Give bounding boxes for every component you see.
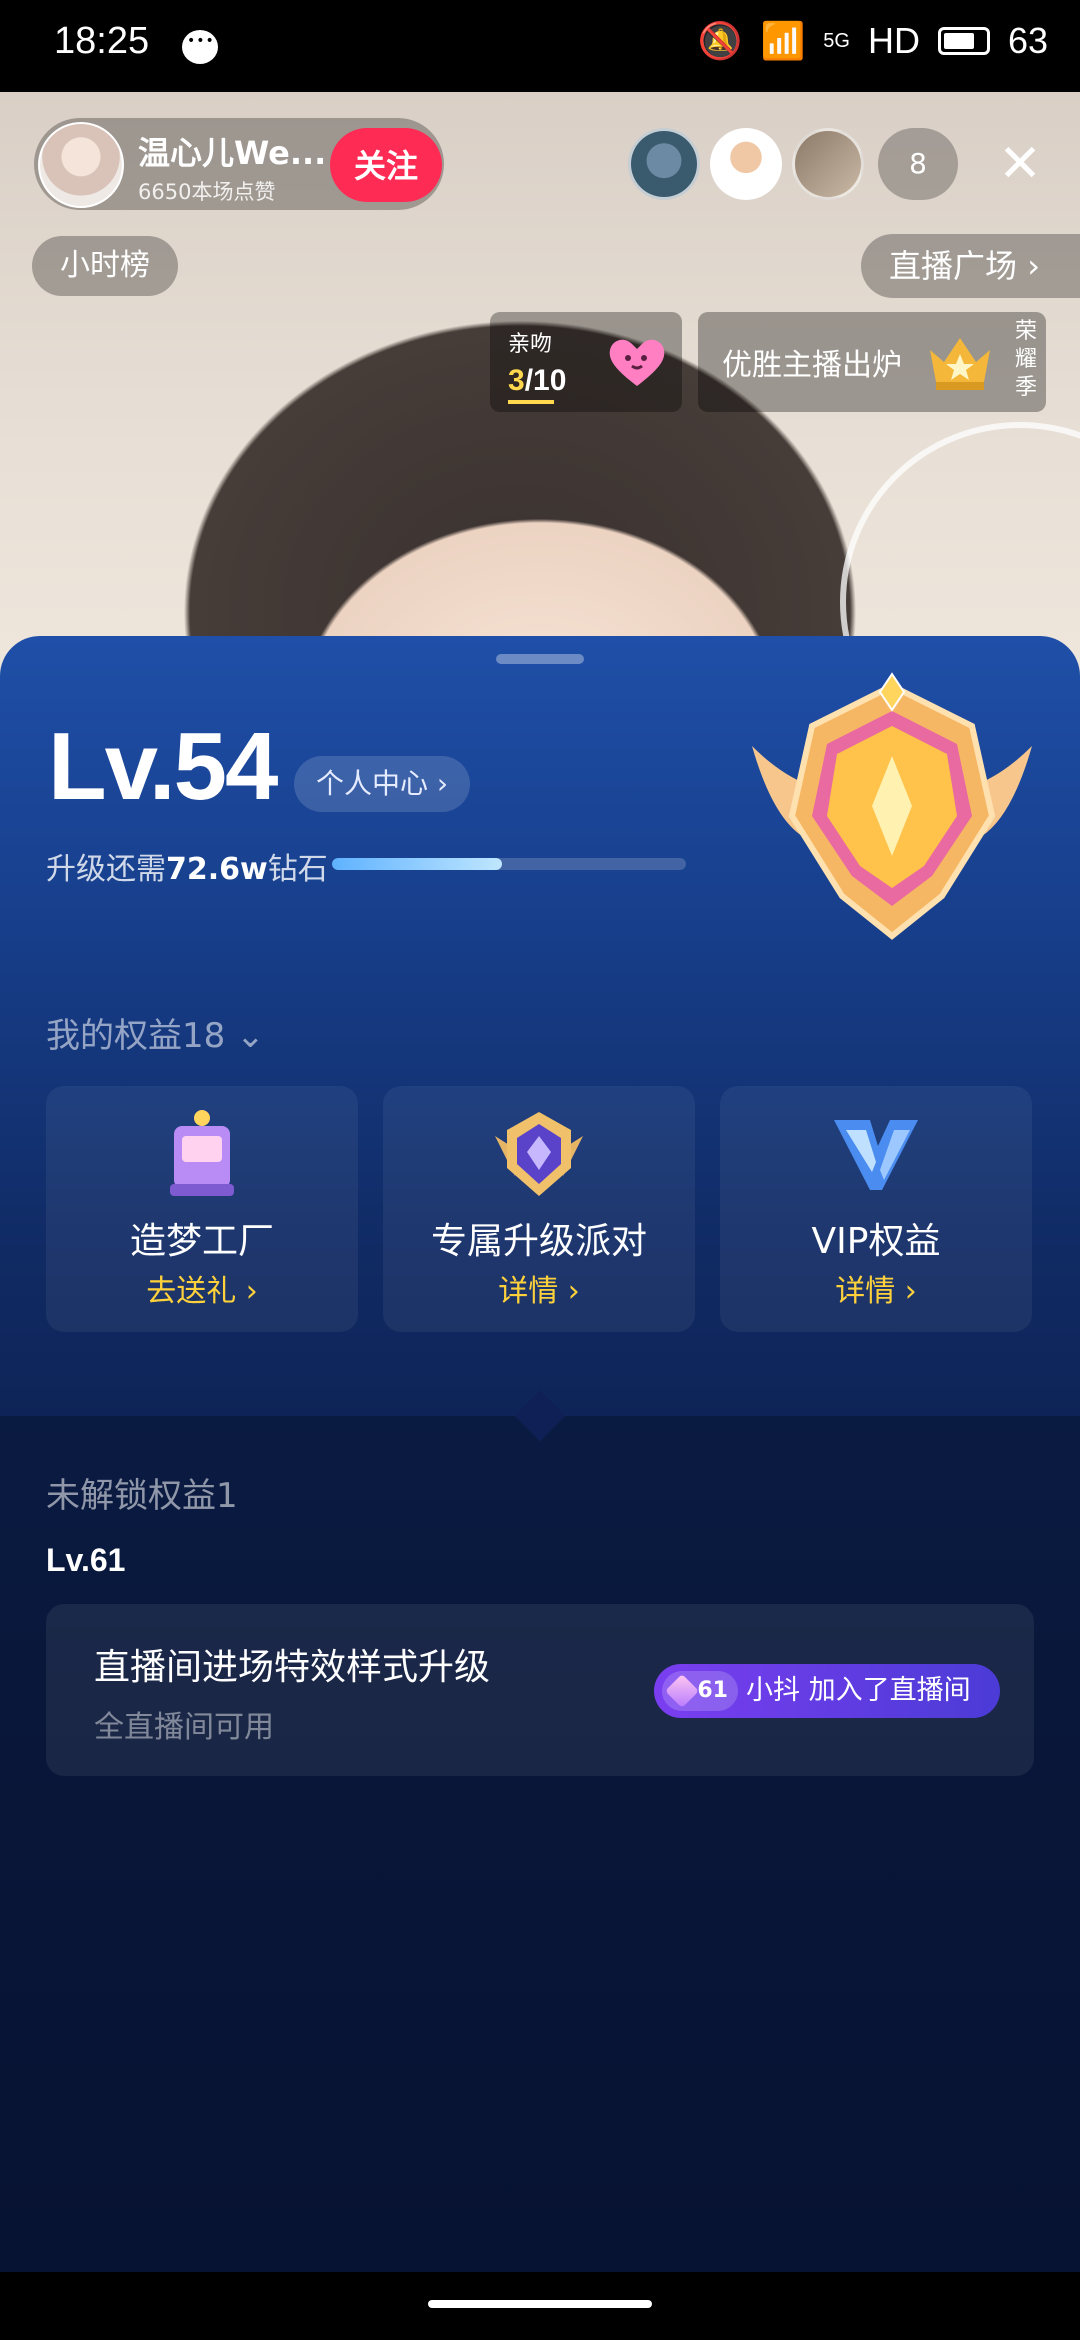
personal-center-label: 个人中心	[316, 767, 429, 800]
my-rights-title: 我的权益18	[46, 1016, 226, 1056]
kiss-task-card[interactable]: 亲吻 3/10	[490, 312, 682, 412]
network-label: 5G	[823, 29, 850, 52]
entry-badge-level: 61	[697, 1678, 728, 1703]
kiss-current: 3	[508, 364, 525, 397]
level-progress-bar	[332, 858, 686, 870]
crown-icon	[930, 338, 990, 390]
locked-level-label: Lv.61	[46, 1542, 126, 1578]
right-card-name: VIP权益	[811, 1221, 941, 1262]
mute-icon: 🔕	[697, 20, 743, 61]
status-time: 18:25	[54, 20, 150, 62]
kiss-progress: 3/10	[508, 364, 566, 398]
right-card-link[interactable]: 去送礼 ›	[46, 1266, 358, 1310]
battery-icon	[937, 27, 990, 55]
upgrade-requirement: 升级还需72.6w钻石	[46, 844, 328, 888]
level-sheet: Lv.54 个人中心 › 升级还需72.6w钻石 我的权益18 ⌄ 造梦工厂 去…	[0, 636, 1080, 2272]
right-card-name: 专属升级派对	[430, 1221, 647, 1262]
right-card-vip[interactable]: VIP权益 详情 ›	[720, 1086, 1032, 1332]
honor-season-card[interactable]: 优胜主播出炉 荣耀季	[698, 312, 1046, 412]
locked-right-sub: 全直播间可用	[94, 1710, 274, 1745]
upgrade-party-icon	[495, 1112, 583, 1196]
sheet-grabber[interactable]	[496, 654, 584, 664]
right-card-link[interactable]: 详情 ›	[383, 1266, 695, 1310]
locked-right-card[interactable]: 直播间进场特效样式升级 全直播间可用 61 小抖 加入了直播间	[46, 1604, 1034, 1776]
viewer-avatar[interactable]	[792, 128, 864, 200]
right-card-link-label: 去送礼	[146, 1274, 237, 1309]
live-square-button[interactable]: 直播广场 ›	[861, 234, 1080, 298]
kiss-underline	[508, 400, 554, 404]
status-icons: 🔕 📶 5G HD 63	[698, 20, 1048, 62]
status-bar: 18:25 🔕 📶 5G HD 63	[0, 0, 1080, 92]
home-indicator[interactable]	[428, 2300, 652, 2308]
kiss-label: 亲吻	[508, 332, 553, 357]
wifi-icon: 📶	[760, 20, 806, 61]
chevron-right-icon: ›	[245, 1274, 258, 1309]
chevron-right-icon: ›	[436, 767, 449, 800]
dream-factory-icon	[170, 1110, 234, 1196]
locked-section	[0, 1416, 1080, 2272]
entry-level-badge: 61	[662, 1671, 738, 1711]
chevron-right-icon: ›	[567, 1274, 580, 1309]
host-name[interactable]: 温心儿We...	[138, 128, 326, 174]
hour-rank-button[interactable]: 小时榜	[32, 236, 178, 296]
close-icon[interactable]: ✕	[994, 134, 1046, 194]
right-card-name: 造梦工厂	[129, 1221, 274, 1262]
chevron-down-icon: ⌄	[236, 1016, 265, 1056]
level-progress-fill	[332, 858, 502, 870]
kiss-total: /10	[524, 364, 567, 397]
locked-rights-title: 未解锁权益1	[46, 1476, 238, 1516]
upgrade-suffix: 钻石	[267, 852, 328, 887]
chevron-right-icon: ›	[904, 1274, 917, 1309]
right-card-link[interactable]: 详情 ›	[720, 1266, 1032, 1310]
locked-right-name: 直播间进场特效样式升级	[94, 1647, 491, 1688]
honor-text: 优胜主播出炉	[722, 348, 902, 383]
right-card-link-label: 详情	[498, 1274, 559, 1309]
right-card-dream-factory[interactable]: 造梦工厂 去送礼 ›	[46, 1086, 358, 1332]
viewer-avatar[interactable]	[628, 128, 700, 200]
upgrade-prefix: 升级还需	[46, 852, 166, 887]
message-icon	[182, 30, 218, 64]
host-avatar[interactable]	[38, 122, 124, 208]
battery-level: 63	[1007, 20, 1048, 61]
viewer-avatar[interactable]	[710, 128, 782, 200]
follow-button[interactable]: 关注	[330, 128, 442, 202]
honor-tag: 荣耀季	[1014, 319, 1037, 400]
chevron-right-icon: ›	[1027, 247, 1040, 285]
live-square-label: 直播广场	[889, 247, 1018, 285]
entry-preview-text: 小抖 加入了直播间	[746, 1675, 971, 1706]
upgrade-amount: 72.6w	[166, 852, 268, 887]
right-card-link-label: 详情	[835, 1274, 896, 1309]
hd-label: HD	[867, 20, 920, 61]
my-rights-toggle[interactable]: 我的权益18 ⌄	[46, 1008, 265, 1057]
right-card-upgrade-party[interactable]: 专属升级派对 详情 ›	[383, 1086, 695, 1332]
entry-effect-preview: 61 小抖 加入了直播间	[654, 1664, 1000, 1718]
gem-icon	[665, 1674, 699, 1708]
level-badge-icon	[752, 672, 1032, 940]
level-title: Lv.54	[48, 713, 278, 820]
host-likes: 6650本场点赞	[138, 180, 276, 204]
vip-v-icon	[834, 1120, 918, 1190]
viewer-count[interactable]: 8	[878, 128, 958, 200]
personal-center-button[interactable]: 个人中心 ›	[294, 756, 471, 812]
heart-icon	[609, 339, 665, 386]
